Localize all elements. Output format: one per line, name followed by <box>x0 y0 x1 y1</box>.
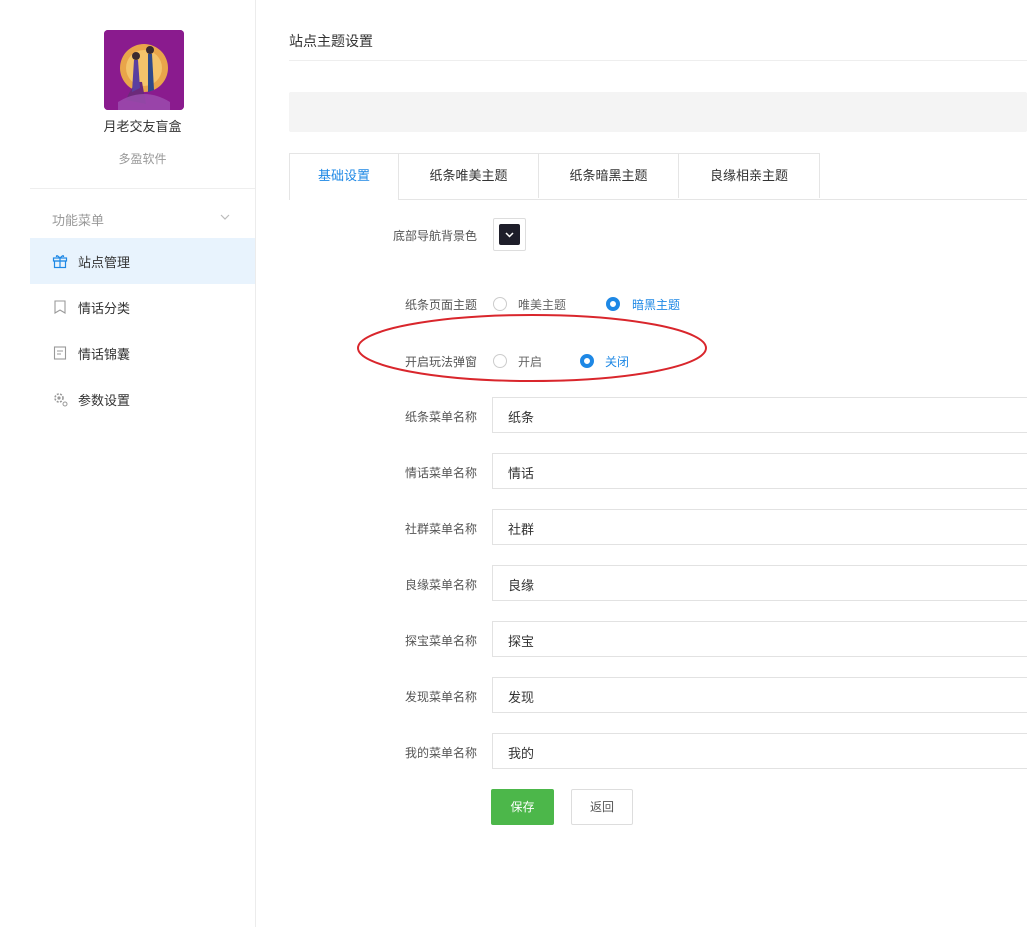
sidebar-item-label: 参数设置 <box>78 394 131 409</box>
phrase-menu-name-input[interactable]: 情话 <box>492 453 1027 489</box>
tab-match-theme[interactable]: 良缘相亲主题 <box>678 153 820 198</box>
field-label-mine: 我的菜单名称 <box>404 746 477 760</box>
gear-icon <box>52 391 68 407</box>
tab-basic-settings[interactable]: 基础设置 <box>289 153 399 200</box>
app-logo <box>104 30 184 110</box>
field-label-treasure: 探宝菜单名称 <box>404 634 477 648</box>
input-value: 社群 <box>508 523 535 538</box>
input-value: 我的 <box>508 747 535 762</box>
document-icon <box>52 345 68 361</box>
sidebar-item-phrase-bag[interactable]: 情话锦囊 <box>30 330 255 376</box>
sidebar-item-label: 情话分类 <box>78 302 131 317</box>
discover-menu-name-input[interactable]: 发现 <box>492 677 1027 713</box>
sidebar-item-parameters[interactable]: 参数设置 <box>30 376 255 422</box>
menu-heading[interactable]: 功能菜单 <box>30 200 255 236</box>
treasure-menu-name-input[interactable]: 探宝 <box>492 621 1027 657</box>
field-label-paper: 纸条菜单名称 <box>404 410 477 424</box>
paper-theme-label: 纸条页面主题 <box>404 298 477 312</box>
community-menu-name-input[interactable]: 社群 <box>492 509 1027 545</box>
input-value: 探宝 <box>508 635 535 650</box>
bookmark-icon <box>52 299 68 315</box>
input-value: 发现 <box>508 691 535 706</box>
input-value: 纸条 <box>508 411 535 426</box>
field-label-community: 社群菜单名称 <box>404 522 477 536</box>
field-label-match: 良缘菜单名称 <box>404 578 477 592</box>
input-value: 情话 <box>508 467 535 482</box>
input-value: 良缘 <box>508 579 535 594</box>
app-name: 月老交友盲盒 <box>103 120 182 135</box>
tab-paper-beauty-theme[interactable]: 纸条唯美主题 <box>398 153 539 198</box>
radio-dark-theme[interactable] <box>606 297 620 311</box>
title-divider <box>289 60 1027 61</box>
radio-beauty-theme[interactable] <box>493 297 507 311</box>
sidebar-item-site-management[interactable]: 站点管理 <box>30 238 255 284</box>
match-menu-name-input[interactable]: 良缘 <box>492 565 1027 601</box>
page-title: 站点主题设置 <box>289 34 373 50</box>
radio-beauty-theme-label[interactable]: 唯美主题 <box>518 296 566 313</box>
field-label-discover: 发现菜单名称 <box>404 690 477 704</box>
nav-bg-color-picker[interactable] <box>493 218 526 251</box>
sidebar-item-label: 情话锦囊 <box>78 348 131 363</box>
tab-paper-dark-theme[interactable]: 纸条暗黑主题 <box>538 153 679 198</box>
back-button[interactable]: 返回 <box>571 789 633 825</box>
gift-icon <box>52 253 68 269</box>
field-label-phrase: 情话菜单名称 <box>404 466 477 480</box>
company-name: 多盈软件 <box>118 152 167 166</box>
paper-menu-name-input[interactable]: 纸条 <box>492 397 1027 433</box>
info-bar <box>289 92 1027 132</box>
mine-menu-name-input[interactable]: 我的 <box>492 733 1027 769</box>
annotation-ellipse <box>357 314 707 382</box>
radio-dark-theme-label[interactable]: 暗黑主题 <box>632 296 680 313</box>
tab-bar: 基础设置 纸条唯美主题 纸条暗黑主题 良缘相亲主题 <box>289 153 1027 200</box>
color-swatch <box>499 224 520 245</box>
sidebar-item-label: 站点管理 <box>78 256 131 271</box>
chevron-down-icon <box>218 210 232 224</box>
sidebar-divider <box>30 188 255 189</box>
nav-bg-label: 底部导航背景色 <box>392 229 477 243</box>
sidebar: 月老交友盲盒 多盈软件 功能菜单 站点管理 情话分类 情话锦囊 参数设置 <box>30 0 256 927</box>
menu-heading-label: 功能菜单 <box>52 214 105 229</box>
sidebar-item-phrase-category[interactable]: 情话分类 <box>30 284 255 330</box>
save-button[interactable]: 保存 <box>491 789 554 825</box>
